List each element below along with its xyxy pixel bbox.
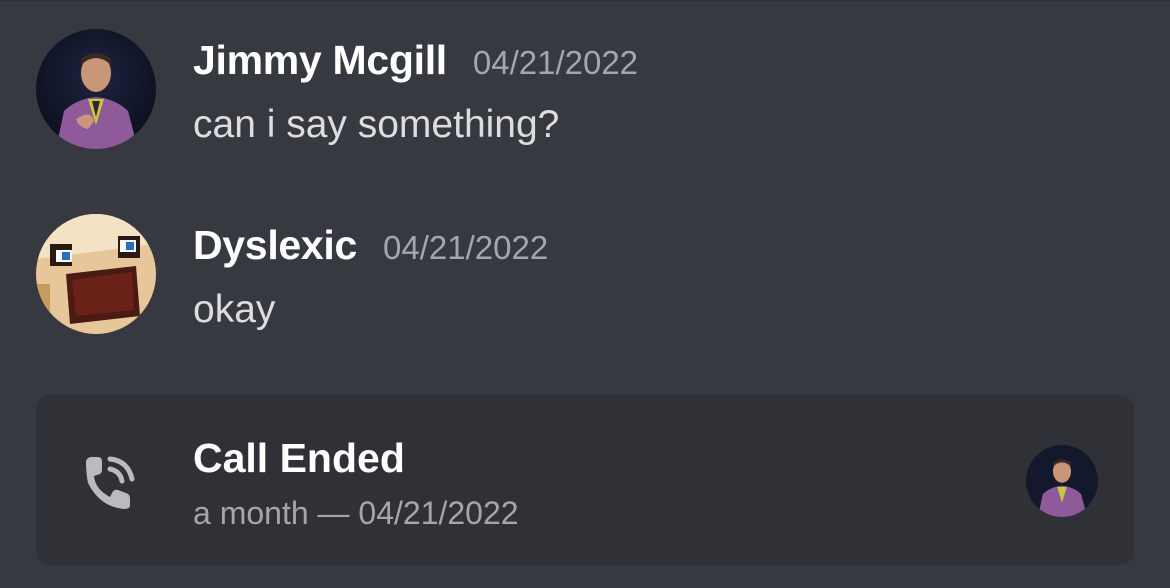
username[interactable]: Dyslexic [193,222,357,269]
user-avatar[interactable] [36,214,156,334]
phone-call-icon [80,453,138,511]
user-avatar[interactable] [36,29,156,149]
message-item: Dyslexic 04/21/2022 okay [36,214,1134,344]
chat-messages: Jimmy Mcgill 04/21/2022 can i say someth… [0,0,1170,588]
call-duration: a month — 04/21/2022 [193,495,519,531]
timestamp: 04/21/2022 [472,44,639,81]
blocky-cartoon-face-avatar [36,214,156,334]
call-ended-card[interactable]: Call Ended a month — 04/21/2022 [36,395,1134,565]
message-header: Dyslexic 04/21/2022 [193,222,548,269]
call-participant-avatar[interactable] [1026,445,1098,517]
message-content: can i say something? [193,103,560,146]
message-content: okay [193,288,276,331]
man-in-purple-suit-avatar [1026,445,1098,517]
message-item: Jimmy Mcgill 04/21/2022 can i say someth… [36,29,1134,159]
man-in-purple-suit-avatar [36,29,156,149]
timestamp: 04/21/2022 [383,229,549,266]
call-title: Call Ended [193,435,405,481]
message-header: Jimmy Mcgill 04/21/2022 [193,37,638,84]
username[interactable]: Jimmy Mcgill [193,37,447,84]
